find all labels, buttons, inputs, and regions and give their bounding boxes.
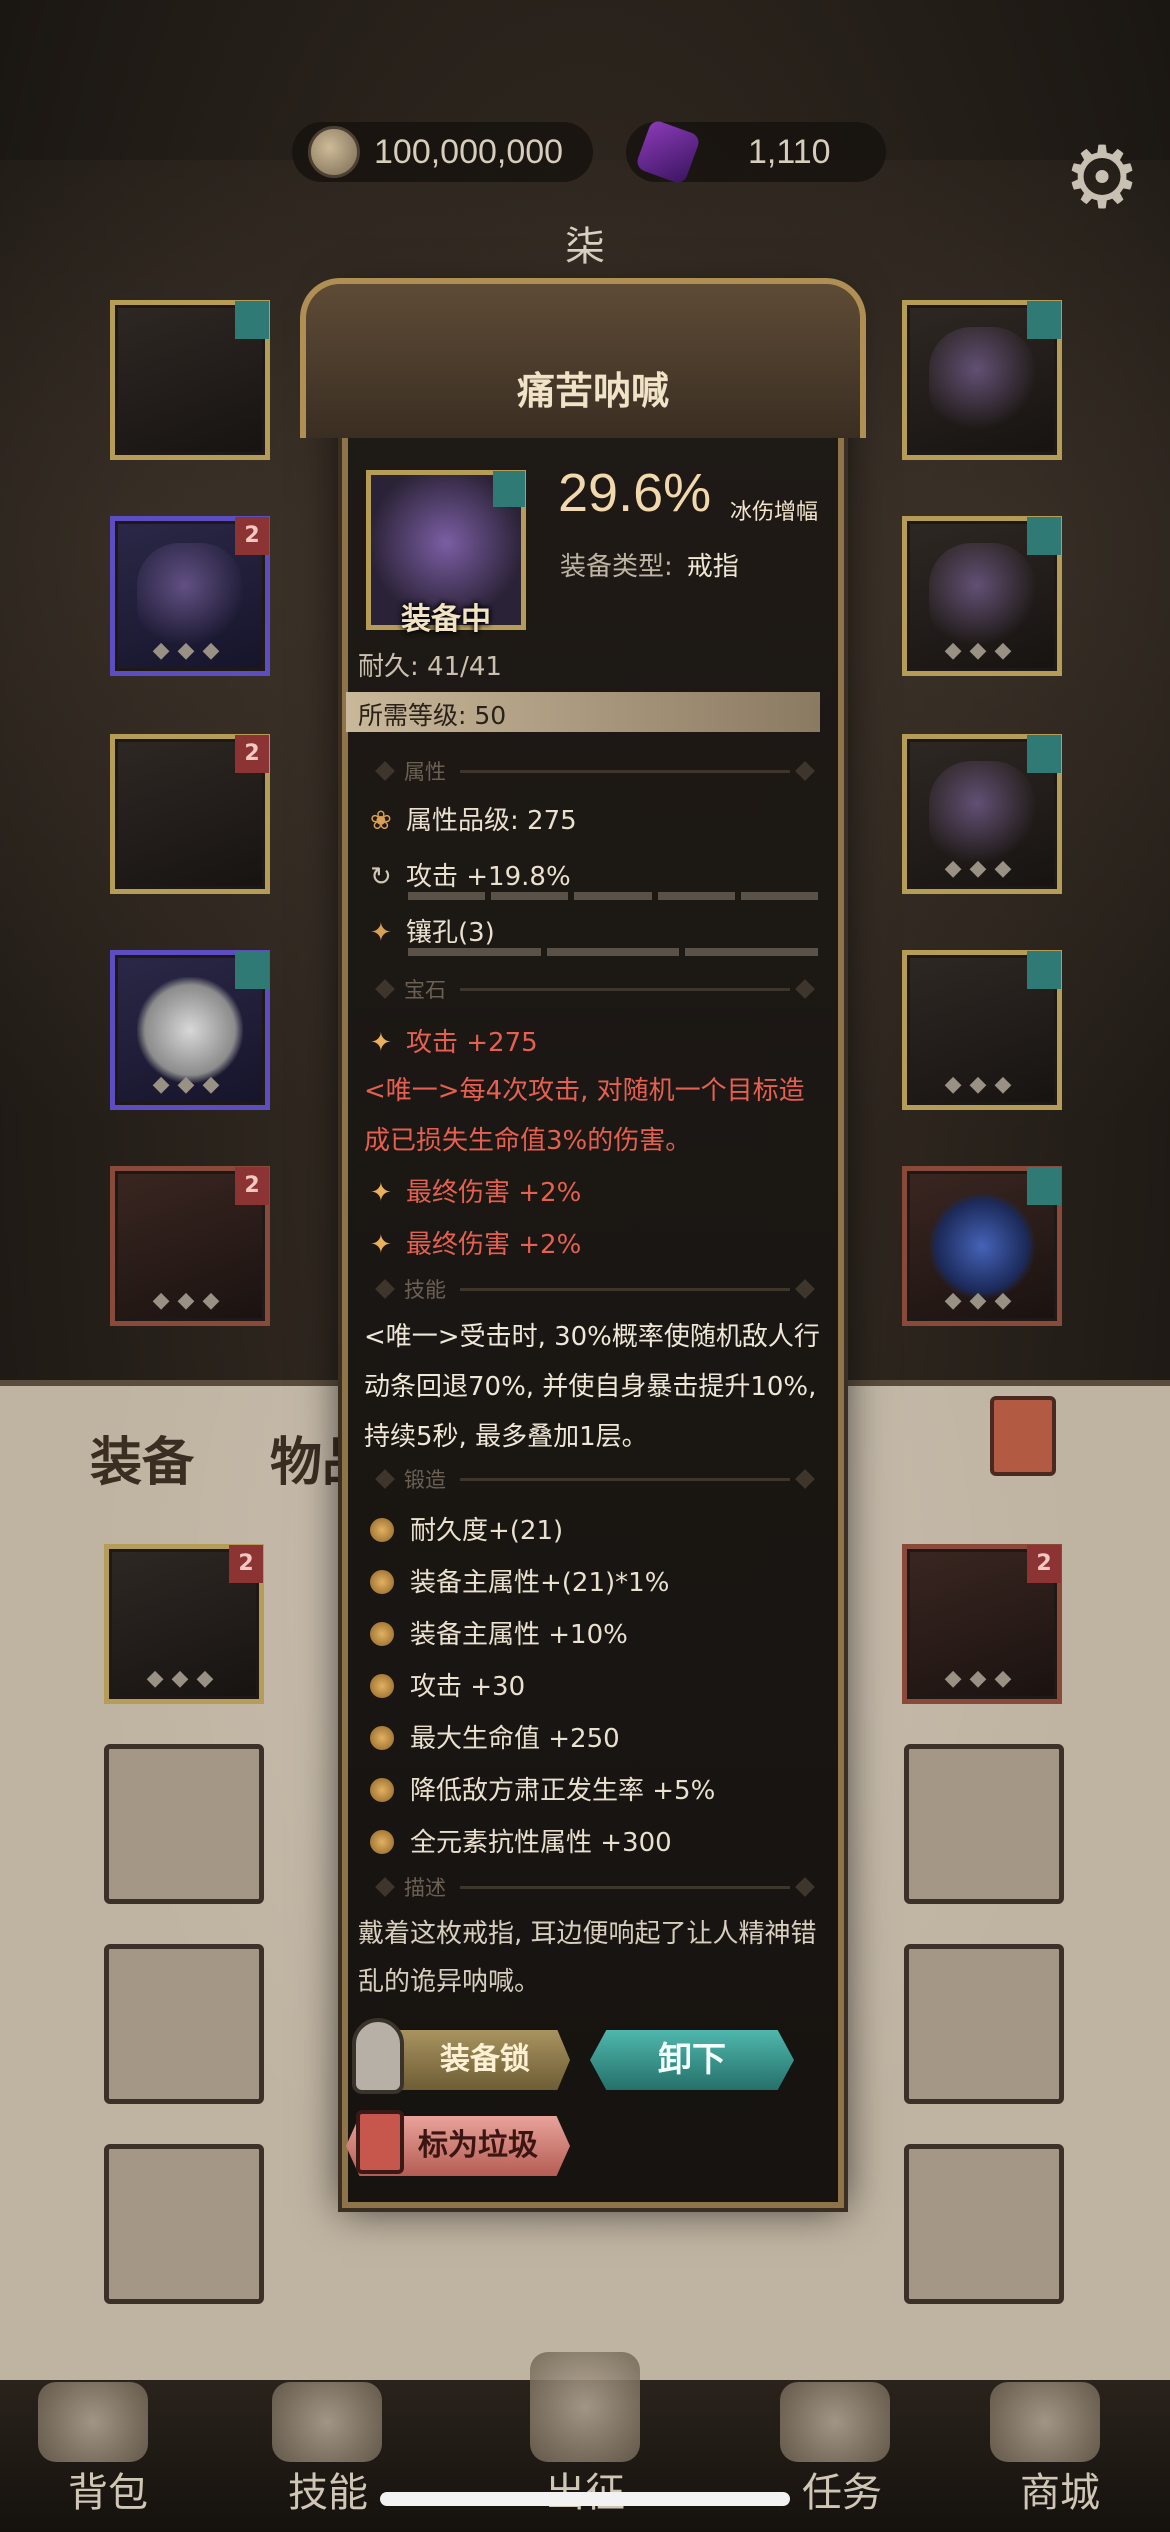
forge-line: 耐久度+(21) <box>370 1510 563 1547</box>
bag-cell[interactable] <box>904 1944 1064 2104</box>
gem-icon <box>634 118 702 186</box>
forge-line: 攻击 +30 <box>370 1666 525 1703</box>
attack-roll-bars <box>408 892 819 900</box>
gem-counter: 1,110 <box>626 118 886 186</box>
bag-item-2[interactable]: 2 ◆◆◆ <box>902 1544 1062 1704</box>
bag-icon <box>38 2382 148 2462</box>
bag-cell[interactable] <box>904 2144 1064 2304</box>
sparkle-icon: ✦ <box>370 1178 392 1208</box>
bag-cell[interactable] <box>104 1944 264 2104</box>
gem-final-damage-2: ✦ 最终伤害 +2% <box>370 1230 582 1260</box>
durability: 耐久: 41/41 <box>358 652 502 682</box>
forge-line: 装备主属性 +10% <box>370 1614 628 1651</box>
forge-dot-icon <box>370 1726 394 1750</box>
gem-value: 1,110 <box>748 132 831 171</box>
nav-skills[interactable]: 技能 <box>258 2460 398 2518</box>
equip-slot-left-3[interactable]: 2 <box>110 734 270 894</box>
skill-card-icon <box>272 2382 382 2462</box>
section-divider-skills: 技能 <box>370 1276 820 1302</box>
home-indicator[interactable] <box>380 2492 790 2506</box>
nav-tasks[interactable]: 任务 <box>772 2460 912 2518</box>
forge-dot-icon <box>370 1622 394 1646</box>
forge-line: 降低敌方肃正发生率 +5% <box>370 1770 715 1807</box>
lock-icon <box>352 2018 404 2094</box>
item-type-label: 装备类型: <box>560 552 673 582</box>
equip-slot-left-5[interactable]: 2 ◆◆◆ <box>110 1166 270 1326</box>
socket-bars <box>408 948 819 956</box>
forge-dot-icon <box>370 1518 394 1542</box>
shop-crown-icon <box>990 2382 1100 2462</box>
equipped-label: 装备中 <box>401 602 491 637</box>
equip-slot-right-1[interactable] <box>902 300 1062 460</box>
item-type-value: 戒指 <box>686 552 739 582</box>
bag-cell[interactable] <box>104 1744 264 1904</box>
equip-slot-right-2[interactable]: ◆◆◆ <box>902 516 1062 676</box>
section-divider-gems: 宝石 <box>370 976 820 1002</box>
sparkle-icon: ✦ <box>370 1028 392 1058</box>
equip-slot-left-2[interactable]: 2 ◆◆◆ <box>110 516 270 676</box>
trash-icon[interactable] <box>990 1396 1056 1476</box>
equip-slot-right-3[interactable]: ◆◆◆ <box>902 734 1062 894</box>
page-indicator: 柒 <box>565 224 605 270</box>
equip-slot-right-5[interactable]: ◆◆◆ <box>902 1166 1062 1326</box>
junk-bag-icon <box>356 2110 404 2174</box>
unequip-button[interactable]: 卸下 <box>590 2030 794 2090</box>
refresh-icon: ↻ <box>370 862 392 892</box>
task-scroll-icon <box>780 2382 890 2462</box>
level-requirement-bar: 所需等级: 50 <box>346 692 820 732</box>
item-description: 戴着这枚戒指, 耳边便响起了让人精神错乱的诡异呐喊。 <box>358 1919 817 1997</box>
forge-dot-icon <box>370 1830 394 1854</box>
forge-line: 装备主属性+(21)*1% <box>370 1562 669 1599</box>
coin-value: 100,000,000 <box>374 132 564 171</box>
item-title: 痛苦呐喊 <box>516 369 669 413</box>
coin-icon <box>308 126 360 178</box>
bag-cell[interactable] <box>104 2144 264 2304</box>
gem-unique-effect: <唯一>每4次攻击, 对随机一个目标造成已损失生命值3%的伤害。 <box>364 1076 805 1156</box>
forge-line: 最大生命值 +250 <box>370 1718 620 1755</box>
level-requirement: 所需等级: 50 <box>358 701 507 730</box>
bag-item-1[interactable]: 2 ◆◆◆ <box>104 1544 264 1704</box>
attr-attack: ↻ 攻击 +19.8% <box>370 862 571 892</box>
gem-attack: ✦ 攻击 +275 <box>370 1028 538 1058</box>
coin-counter: 100,000,000 <box>292 122 594 182</box>
section-divider-forge: 锻造 <box>370 1466 820 1492</box>
section-divider-description: 描述 <box>370 1874 820 1900</box>
forge-dot-icon <box>370 1778 394 1802</box>
equip-slot-left-1[interactable] <box>110 300 270 460</box>
forge-dot-icon <box>370 1674 394 1698</box>
tab-equipment[interactable]: 装备 <box>90 1420 194 1495</box>
main-stat-value: 29.6% <box>558 463 712 523</box>
sparkle-icon: ✦ <box>370 918 392 948</box>
lotus-icon: ❀ <box>370 806 392 836</box>
item-type: 装备类型: 戒指 <box>560 546 739 583</box>
forge-dot-icon <box>370 1570 394 1594</box>
gem-final-damage-1: ✦ 最终伤害 +2% <box>370 1178 582 1208</box>
attr-grade: ❀ 属性品级: 275 <box>370 806 577 836</box>
sword-icon <box>530 2352 640 2462</box>
nav-expedition[interactable]: 出征 <box>515 2460 655 2518</box>
skill-effect: <唯一>受击时, 30%概率使随机敌人行动条回退70%, 并使自身暴击提升10%… <box>364 1322 820 1452</box>
equip-slot-left-4[interactable]: ◆◆◆ <box>110 950 270 1110</box>
settings-gear-icon[interactable]: ⚙ <box>1054 130 1150 226</box>
sparkle-icon: ✦ <box>370 1230 392 1260</box>
nav-bag[interactable]: 背包 <box>38 2460 178 2518</box>
bag-cell[interactable] <box>904 1744 1064 1904</box>
forge-line: 全元素抗性属性 +300 <box>370 1822 672 1859</box>
attr-sockets: ✦ 镶孔(3) <box>370 918 495 948</box>
section-divider-attributes: 属性 <box>370 758 820 784</box>
equip-slot-right-4[interactable]: ◆◆◆ <box>902 950 1062 1110</box>
nav-shop[interactable]: 商城 <box>990 2460 1130 2518</box>
main-stat-label: 冰伤增幅 <box>730 500 819 525</box>
